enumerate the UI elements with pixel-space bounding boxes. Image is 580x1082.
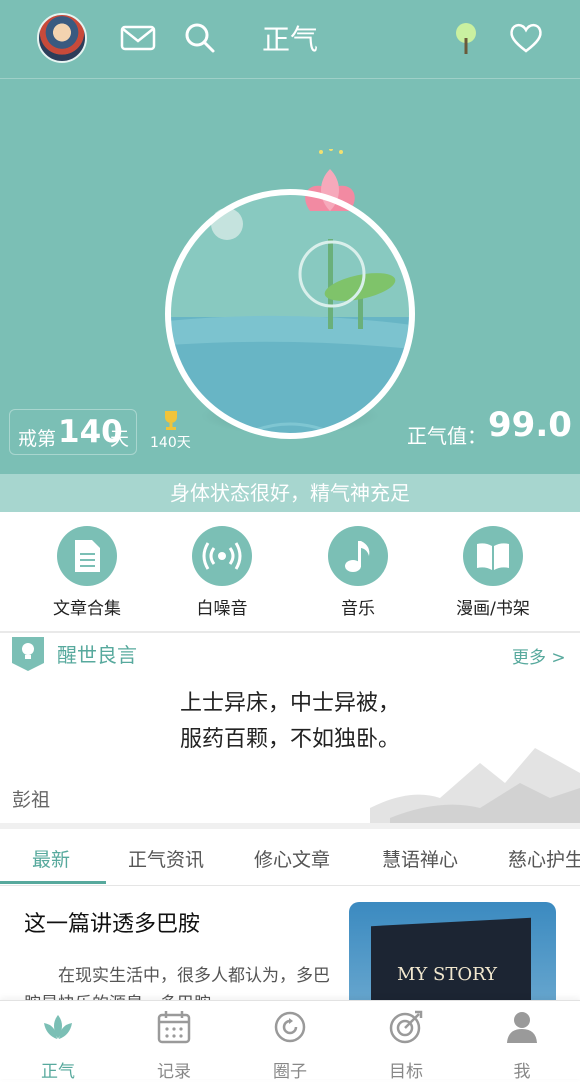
article-title[interactable]: 这一篇讲透多巴胺 [24, 906, 200, 938]
feature-label: 白噪音 [196, 599, 248, 619]
nav-goals[interactable]: 目标 [348, 1009, 464, 1082]
tab-zhengqi-news[interactable]: 正气资讯 [128, 845, 204, 872]
content-tabs: 最新 正气资讯 修心文章 慧语禅心 慈心护生 [0, 829, 580, 886]
nav-label: 圈子 [273, 1062, 307, 1082]
nav-records[interactable]: 记录 [116, 1009, 232, 1082]
person-icon [507, 1012, 537, 1043]
abstain-unit: 天 [110, 428, 130, 450]
radio-waves-icon [192, 526, 252, 586]
status-hero: 戒第 140 天 140天 正气值： 99.0 [0, 79, 580, 474]
quote-line-1: 上士异床，中士异被， [179, 691, 400, 716]
music-note-icon [328, 526, 388, 586]
tab-xiuxin-articles[interactable]: 修心文章 [254, 845, 330, 872]
nav-zhengqi[interactable]: 正气 [0, 1009, 116, 1082]
quote-author: 彭祖 [12, 789, 51, 811]
top-bar: 正气 [0, 0, 580, 79]
bottom-navigation: 正气 记录 圈子 目标 我 [0, 1000, 580, 1082]
feature-white-noise[interactable]: 白噪音 [152, 526, 292, 619]
status-text: 身体状态很好，精气神充足 [0, 474, 580, 512]
trophy-icon [165, 411, 177, 430]
target-icon [389, 1010, 423, 1044]
feature-label: 音乐 [341, 599, 375, 619]
nav-me[interactable]: 我 [464, 1009, 580, 1082]
lotus-bowl-illustration [165, 149, 415, 439]
tab-huiyu-chanxin[interactable]: 慧语禅心 [382, 845, 458, 872]
abstain-days-box: 戒第 140 天 [9, 409, 137, 455]
document-icon [57, 526, 117, 586]
ink-mountains-illustration [370, 748, 580, 823]
page-title: 正气 [261, 23, 318, 56]
mail-icon[interactable] [120, 20, 156, 56]
feature-label: 文章合集 [53, 599, 121, 619]
heart-icon[interactable] [508, 20, 544, 56]
book-image [371, 917, 531, 1000]
tree-icon[interactable] [448, 20, 484, 56]
article-card[interactable]: 这一篇讲透多巴胺 在现实生活中，很多人都认为，多巴胺是快乐的源泉，多巴胺 MY … [0, 886, 580, 1000]
active-tab-indicator [0, 881, 106, 884]
open-book-icon [463, 526, 523, 586]
quote-section-title: 醒世良言 [57, 643, 137, 667]
calendar-icon [157, 1011, 191, 1044]
zhengqi-value: 99.0 [488, 405, 572, 445]
more-link[interactable]: 更多 > [512, 643, 566, 668]
article-excerpt: 在现实生活中，很多人都认为，多巴胺是快乐的源泉，多巴胺 [24, 966, 330, 1000]
lotus-icon [44, 1015, 72, 1039]
tab-cixin-husheng[interactable]: 慈心护生 [508, 845, 580, 872]
nav-label: 记录 [157, 1062, 191, 1082]
zhengqi-label: 正气值： [407, 424, 487, 448]
user-avatar[interactable] [37, 13, 87, 63]
article-thumbnail[interactable]: MY STORY [349, 902, 556, 1000]
feature-music[interactable]: 音乐 [288, 526, 428, 619]
feature-grid: 文章合集 白噪音 音乐 漫画/书架 [0, 512, 580, 632]
thumbnail-text: MY STORY [397, 964, 498, 985]
nav-circle[interactable]: 圈子 [232, 1009, 348, 1082]
search-icon[interactable] [182, 20, 218, 56]
circle-refresh-icon [274, 1011, 306, 1043]
feature-comics[interactable]: 漫画/书架 [423, 526, 563, 619]
feature-label: 漫画/书架 [456, 599, 530, 619]
best-record: 140天 [150, 435, 191, 451]
lightbulb-badge-icon [12, 637, 44, 671]
nav-label: 正气 [41, 1062, 75, 1082]
quote-card: 醒世良言 更多 > 上士异床，中士异被， 服药百颗，不如独卧。 彭祖 [0, 633, 580, 823]
tab-latest[interactable]: 最新 [32, 845, 70, 872]
abstain-prefix: 戒第 [18, 428, 57, 450]
nav-label: 我 [513, 1062, 531, 1082]
nav-label: 目标 [389, 1062, 423, 1082]
feature-articles[interactable]: 文章合集 [17, 526, 157, 619]
